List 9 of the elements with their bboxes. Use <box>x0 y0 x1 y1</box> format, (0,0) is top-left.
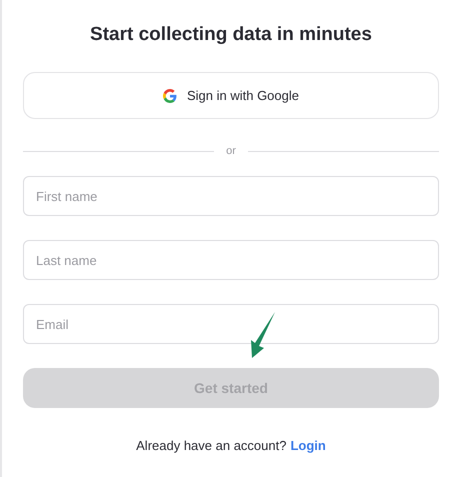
input-field[interactable]: Last name <box>23 240 439 280</box>
google-sign-in-button[interactable]: Sign in with Google <box>23 72 439 119</box>
form-title: Start collecting data in minutes <box>89 24 373 47</box>
divider-label: or <box>226 145 236 157</box>
google-icon <box>162 88 177 102</box>
login-link[interactable]: Login <box>290 438 326 453</box>
input-field[interactable]: Email <box>23 304 439 344</box>
input-field[interactable]: First name <box>23 176 439 216</box>
footer-text: Already have an account? <box>136 438 286 453</box>
